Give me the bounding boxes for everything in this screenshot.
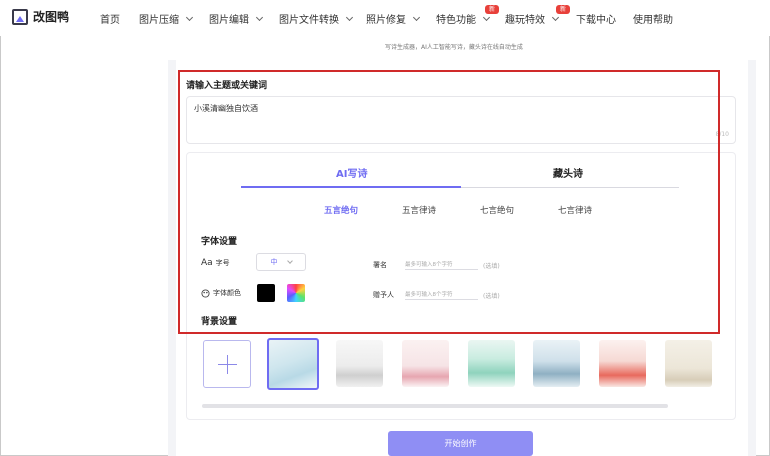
background-thumb-3[interactable] xyxy=(402,340,449,387)
background-thumb-2[interactable] xyxy=(336,340,383,387)
new-badge: 新 xyxy=(556,5,570,14)
chevron-down-icon xyxy=(412,13,421,21)
nav-home[interactable]: 首页 xyxy=(100,11,120,26)
add-background-button[interactable] xyxy=(203,340,251,388)
chevron-down-icon xyxy=(185,13,194,21)
nav-download[interactable]: 下载中心 xyxy=(576,11,616,26)
logo-icon xyxy=(12,8,28,25)
nav-features[interactable]: 特色功能 xyxy=(436,11,491,26)
nav-convert[interactable]: 图片文件转换 xyxy=(279,11,354,26)
background-thumb-4[interactable] xyxy=(468,340,515,387)
side-gutter xyxy=(168,60,176,456)
nav-edit[interactable]: 图片编辑 xyxy=(209,11,264,26)
nav-download-label: 下载中心 xyxy=(576,15,616,26)
top-nav: 改图鸭 首页 图片压缩 图片编辑 图片文件转换 照片修复 特色功能 新 趣玩特效… xyxy=(0,0,770,36)
background-thumb-5[interactable] xyxy=(533,340,580,387)
annotation-highlight-box xyxy=(178,70,720,334)
side-gutter xyxy=(748,60,756,456)
nav-help-label: 使用帮助 xyxy=(633,15,673,26)
nav-home-label: 首页 xyxy=(100,15,120,26)
background-thumb-6[interactable] xyxy=(599,340,646,387)
nav-repair-label: 照片修复 xyxy=(366,15,406,26)
nav-help[interactable]: 使用帮助 xyxy=(633,11,673,26)
logo[interactable]: 改图鸭 xyxy=(12,8,69,25)
nav-compress[interactable]: 图片压缩 xyxy=(139,11,194,26)
nav-edit-label: 图片编辑 xyxy=(209,15,249,26)
background-thumb-1[interactable] xyxy=(267,338,319,390)
chevron-down-icon xyxy=(551,13,560,21)
nav-repair[interactable]: 照片修复 xyxy=(366,11,421,26)
chevron-down-icon xyxy=(482,13,491,21)
nav-convert-label: 图片文件转换 xyxy=(279,15,339,26)
nav-compress-label: 图片压缩 xyxy=(139,15,179,26)
nav-fun[interactable]: 趣玩特效 xyxy=(505,11,560,26)
page-subtitle: 写诗生成器，AI人工智能写诗，藏头诗在线自动生成 xyxy=(385,44,523,51)
nav-features-label: 特色功能 xyxy=(436,15,476,26)
logo-text: 改图鸭 xyxy=(33,10,70,24)
new-badge: 新 xyxy=(485,5,499,14)
nav-fun-label: 趣玩特效 xyxy=(505,15,545,26)
chevron-down-icon xyxy=(255,13,264,21)
chevron-down-icon xyxy=(345,13,354,21)
thumb-scrollbar[interactable] xyxy=(202,404,668,408)
background-thumb-7[interactable] xyxy=(665,340,712,387)
start-create-button[interactable]: 开始创作 xyxy=(388,431,533,456)
